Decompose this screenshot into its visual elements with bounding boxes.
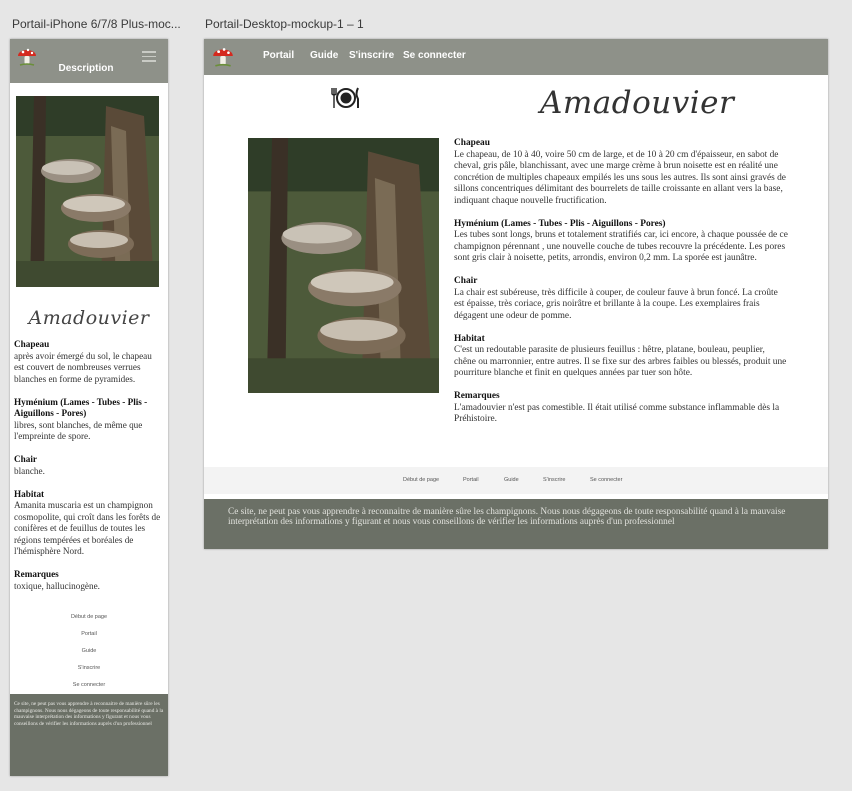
desktop-section-habitat: Habitat C'est un redoutable parasite de … (454, 334, 788, 380)
section-heading: Chair (14, 454, 37, 464)
mobile-footer-links: Début de page Portail Guide S'inscrire S… (10, 614, 168, 699)
section-text: Les tubes sont longs, bruns et totalemen… (454, 230, 788, 263)
section-text: libres, sont blanches, de même que l'emp… (14, 419, 143, 442)
disclaimer-text: Ce site, ne peut pas vous apprendre à re… (14, 701, 164, 727)
mobile-artboard-label[interactable]: Portail-iPhone 6/7/8 Plus-moc... (12, 17, 181, 31)
section-text: C'est un redoutable parasite de plusieur… (454, 345, 787, 378)
plate-fork-knife-icon (331, 87, 359, 108)
section-heading: Chapeau (14, 339, 50, 349)
desktop-disclaimer-bar: Ce site, ne peut pas vous apprendre à re… (204, 499, 828, 549)
footer-link-portail[interactable]: Portail (463, 477, 479, 483)
footer-link-top[interactable]: Début de page (10, 614, 168, 631)
section-text: toxique, hallucinogène. (14, 580, 100, 591)
section-heading: Hyménium (Lames - Tubes - Plis - Aiguill… (454, 218, 666, 229)
disclaimer-text: Ce site, ne peut pas vous apprendre à re… (228, 507, 786, 527)
section-text: Le chapeau, de 10 à 40, voire 50 cm de l… (454, 149, 786, 206)
desktop-section-chapeau: Chapeau Le chapeau, de 10 à 40, voire 50… (454, 138, 788, 207)
desktop-artboard: Portail Guide S'inscrire Se connecter Am… (204, 39, 828, 549)
desktop-mushroom-title: Amadouvier (540, 85, 735, 121)
mobile-description: Chapeau après avoir émergé du sol, le ch… (14, 339, 164, 604)
mobile-section-chair: Chair blanche. (14, 454, 164, 477)
mushroom-photo (16, 96, 159, 287)
mushroom-logo-icon[interactable] (212, 44, 234, 68)
mobile-mushroom-title: Amadouvier (28, 307, 150, 329)
section-text: L'amadouvier n'est pas comestible. Il ét… (454, 402, 780, 425)
desktop-footer-links: Début de page Portail Guide S'inscrire S… (204, 467, 828, 494)
nav-guide[interactable]: Guide (310, 50, 338, 61)
footer-link-top[interactable]: Début de page (403, 477, 439, 483)
desktop-section-remarques: Remarques L'amadouvier n'est pas comesti… (454, 391, 788, 426)
footer-link-register[interactable]: S'inscrire (543, 477, 565, 483)
section-heading: Remarques (14, 569, 59, 579)
section-text: après avoir émergé du sol, le chapeau es… (14, 350, 152, 384)
footer-link-login[interactable]: Se connecter (590, 477, 622, 483)
desktop-section-hymenium: Hyménium (Lames - Tubes - Plis - Aiguill… (454, 219, 788, 265)
desktop-description: Chapeau Le chapeau, de 10 à 40, voire 50… (454, 138, 788, 437)
section-text: Amanita muscaria est un champignon cosmo… (14, 500, 161, 556)
desktop-artboard-label[interactable]: Portail-Desktop-mockup-1 – 1 (205, 17, 364, 31)
section-heading: Chapeau (454, 138, 490, 148)
desktop-section-chair: Chair La chair est subéreuse, très diffi… (454, 276, 788, 322)
mobile-page-title: Description (58, 63, 114, 74)
mobile-nav-bar: Description (10, 39, 168, 83)
footer-link-guide[interactable]: Guide (10, 648, 168, 665)
nav-portail[interactable]: Portail (263, 50, 294, 61)
mobile-section-hymenium: Hyménium (Lames - Tubes - Plis - Aiguill… (14, 397, 164, 443)
footer-link-portail[interactable]: Portail (10, 631, 168, 648)
mobile-disclaimer-bar: Ce site, ne peut pas vous apprendre à re… (10, 694, 168, 776)
footer-link-guide[interactable]: Guide (504, 477, 519, 483)
mobile-section-chapeau: Chapeau après avoir émergé du sol, le ch… (14, 339, 164, 385)
section-heading: Remarques (454, 391, 500, 401)
footer-link-register[interactable]: S'inscrire (10, 665, 168, 682)
section-heading: Habitat (454, 333, 485, 344)
nav-register[interactable]: S'inscrire (349, 50, 394, 61)
nav-login[interactable]: Se connecter (403, 50, 466, 61)
mushroom-photo (248, 138, 439, 393)
desktop-nav-bar: Portail Guide S'inscrire Se connecter (204, 39, 828, 75)
section-heading: Hyménium (Lames - Tubes - Plis - Aiguill… (14, 396, 148, 419)
section-text: La chair est subéreuse, très difficile à… (454, 287, 778, 321)
mobile-section-habitat: Habitat Amanita muscaria est un champign… (14, 489, 164, 558)
mobile-artboard: Description Amadouvier Chapeau après avo… (10, 39, 168, 776)
hamburger-menu-icon[interactable] (142, 51, 156, 65)
section-heading: Chair (454, 276, 478, 286)
mobile-section-remarques: Remarques toxique, hallucinogène. (14, 569, 164, 592)
section-heading: Habitat (14, 488, 45, 499)
section-text: blanche. (14, 465, 45, 476)
